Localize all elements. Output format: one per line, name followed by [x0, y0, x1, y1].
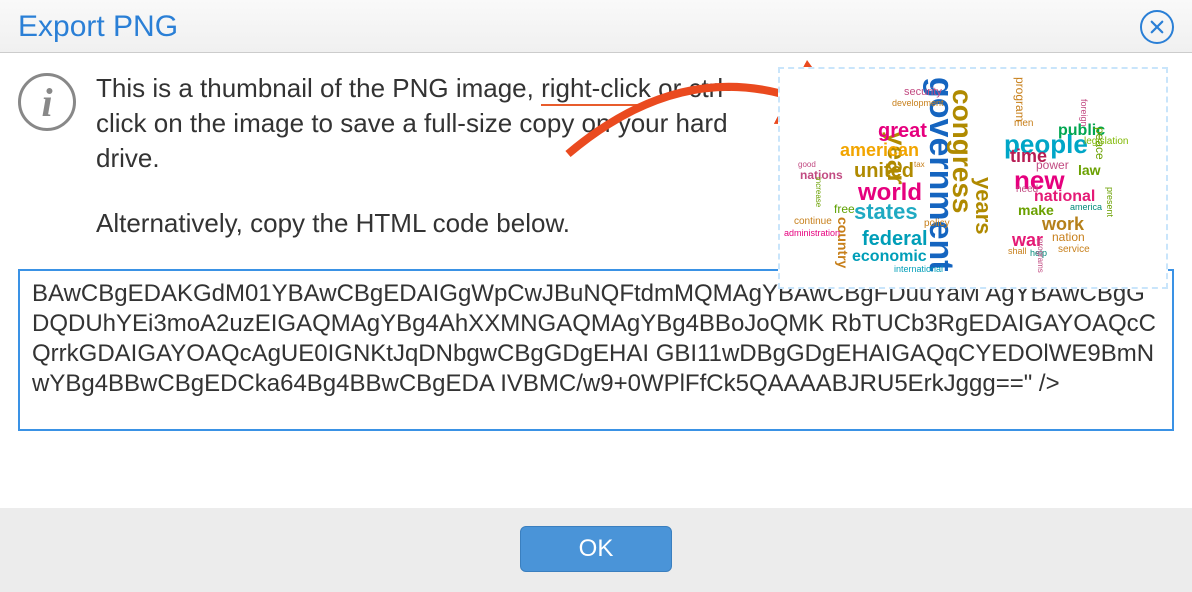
dialog-title: Export PNG	[18, 10, 178, 44]
wordcloud-word: american	[840, 141, 919, 159]
wordcloud-word: program	[1014, 77, 1026, 122]
wordcloud-word: states	[854, 201, 918, 223]
info-row: i This is a thumbnail of the PNG image, …	[18, 71, 1174, 241]
info-text-2: Alternatively, copy the HTML code below.	[96, 206, 746, 241]
wordcloud-word: nation	[1052, 231, 1085, 243]
wordcloud-word: service	[1058, 245, 1090, 255]
info-text: This is a thumbnail of the PNG image, ri…	[96, 71, 746, 241]
dialog-footer: OK	[0, 508, 1192, 592]
html-code-box[interactable]: BAwCBgEDAKGdM01YBAwCBgEDAIGgWpCwJBuNQFtd…	[18, 269, 1174, 431]
wordcloud-image: governmentcongressyearyearspeoplenewworl…	[780, 69, 1166, 287]
html-code-text: BAwCBgEDAKGdM01YBAwCBgEDAIGgWpCwJBuNQFtd…	[32, 280, 1156, 397]
close-icon	[1148, 18, 1166, 36]
wordcloud-word: great	[878, 121, 927, 141]
wordcloud-word: law	[1078, 163, 1101, 177]
export-png-dialog: Export PNG i This is a thumbnail of the …	[0, 0, 1192, 592]
info-text-1a: This is a thumbnail of the PNG image,	[96, 73, 541, 103]
wordcloud-word: present	[1105, 187, 1114, 217]
wordcloud-word: administration	[784, 229, 840, 238]
wordcloud-word: development	[892, 99, 944, 108]
wordcloud-word: make	[1018, 203, 1054, 217]
dialog-header: Export PNG	[0, 0, 1192, 53]
wordcloud-word: america	[1070, 203, 1102, 212]
wordcloud-word: need	[1016, 185, 1038, 195]
wordcloud-word: programs	[1036, 239, 1044, 273]
wordcloud-word: power	[1036, 159, 1069, 171]
info-icon: i	[18, 73, 76, 131]
wordcloud-word: free	[834, 203, 855, 215]
wordcloud-word: international	[894, 265, 943, 274]
wordcloud-word: tax	[914, 161, 925, 169]
right-click-text: right-click	[541, 73, 651, 106]
wordcloud-word: federal	[862, 229, 928, 249]
wordcloud-word: policy	[924, 219, 950, 229]
ok-button[interactable]: OK	[520, 526, 673, 572]
wordcloud-word: shall	[1008, 247, 1027, 256]
wordcloud-word: foreign	[1079, 99, 1088, 127]
wordcloud-word: men	[1014, 119, 1033, 129]
png-thumbnail[interactable]: governmentcongressyearyearspeoplenewworl…	[778, 67, 1168, 289]
wordcloud-word: country	[836, 217, 850, 268]
dialog-content: i This is a thumbnail of the PNG image, …	[0, 53, 1192, 496]
wordcloud-word: economic	[852, 249, 927, 265]
wordcloud-word: years	[972, 177, 994, 235]
wordcloud-word: united	[854, 161, 914, 181]
wordcloud-word: peace	[1094, 127, 1106, 160]
wordcloud-word: increase	[814, 177, 822, 207]
close-button[interactable]	[1140, 10, 1174, 44]
wordcloud-word: good	[798, 161, 816, 169]
wordcloud-word: continue	[794, 217, 832, 227]
wordcloud-word: security	[904, 87, 942, 98]
